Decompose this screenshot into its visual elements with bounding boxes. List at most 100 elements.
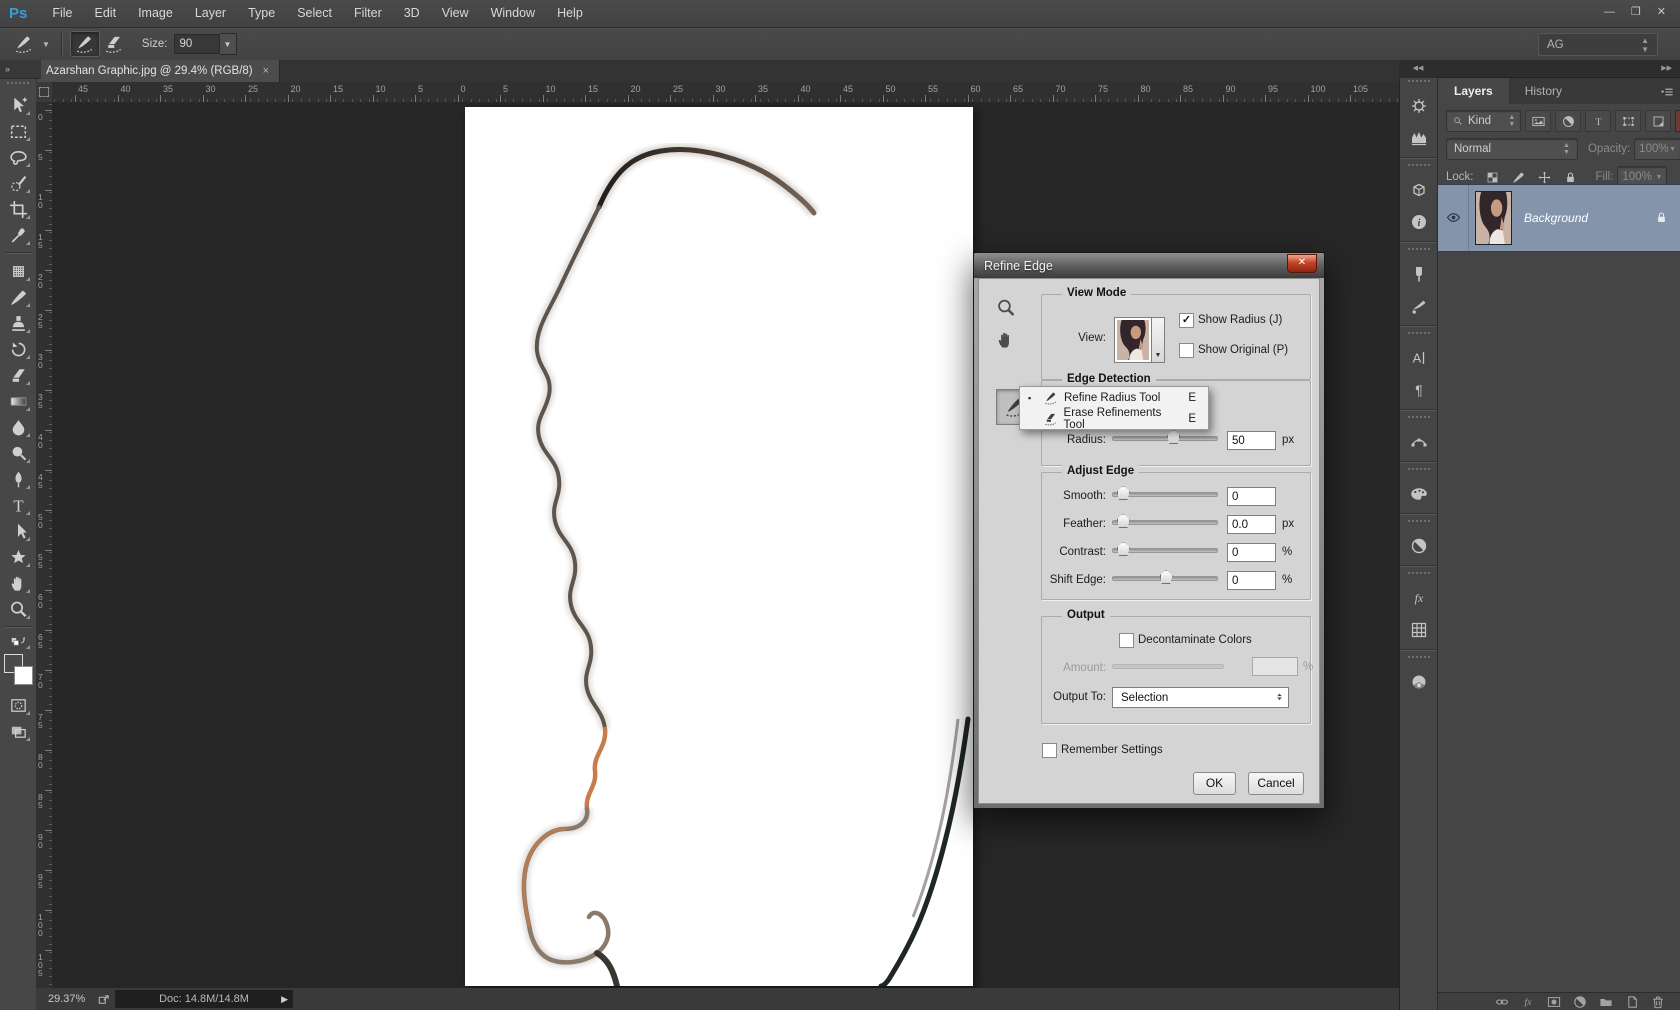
size-input[interactable]: 90: [174, 34, 220, 54]
navigator-panel-button[interactable]: [1405, 92, 1433, 120]
link-button[interactable]: [1494, 993, 1511, 1010]
type-tool[interactable]: T: [3, 492, 33, 518]
adjustment-filter-button[interactable]: [1555, 110, 1581, 132]
workspace-switcher[interactable]: AG ▲▼: [1538, 33, 1658, 56]
feather-slider[interactable]: [1112, 514, 1218, 528]
healing-brush-tool[interactable]: [3, 258, 33, 284]
tools-collapse-button[interactable]: »: [0, 60, 41, 79]
gradient-tool[interactable]: [3, 388, 33, 414]
styles-panel-button[interactable]: fx: [1405, 584, 1433, 612]
contrast-slider[interactable]: [1112, 542, 1218, 556]
size-dropdown-button[interactable]: ▼: [220, 33, 237, 55]
blend-mode-dropdown[interactable]: Normal ▲▼: [1446, 138, 1578, 160]
dialog-hand-icon[interactable]: [995, 329, 1017, 351]
menu-select[interactable]: Select: [286, 6, 343, 20]
menu-file[interactable]: File: [41, 6, 83, 20]
panel-menu-icon[interactable]: [1659, 84, 1675, 100]
show-radius-checkbox[interactable]: ✓: [1179, 313, 1194, 328]
eye-icon[interactable]: [1445, 209, 1462, 226]
threed-panel-button[interactable]: [1405, 176, 1433, 204]
background-color-swatch[interactable]: [14, 666, 33, 685]
screen-mode-button[interactable]: [3, 718, 33, 744]
trash-button[interactable]: [1650, 993, 1667, 1010]
shift-edge-input[interactable]: 0: [1227, 571, 1276, 590]
swap-colors[interactable]: [3, 632, 33, 652]
adjustment-button[interactable]: [1572, 993, 1589, 1010]
color-swatches[interactable]: [3, 654, 33, 686]
custom-shape-tool[interactable]: [3, 544, 33, 570]
channels-panel-button[interactable]: [1405, 616, 1433, 644]
shape-filter-button[interactable]: [1615, 110, 1641, 132]
shift-edge-slider[interactable]: [1112, 570, 1218, 584]
eyedropper-tool[interactable]: [3, 222, 33, 248]
histogram-panel-button[interactable]: [1405, 124, 1433, 152]
view-dropdown-button[interactable]: ▼: [1152, 317, 1165, 363]
quick-selection-tool[interactable]: [3, 170, 33, 196]
dialog-title-bar[interactable]: Refine Edge: [974, 253, 1324, 278]
close-button[interactable]: ✕: [1657, 0, 1666, 24]
minimize-button[interactable]: —: [1604, 0, 1615, 24]
pixel-filter-button[interactable]: [1525, 110, 1551, 132]
panel-collapse-button[interactable]: ▶▶: [1437, 60, 1680, 78]
tab-history[interactable]: History: [1509, 78, 1578, 104]
menu-view[interactable]: View: [431, 6, 480, 20]
layer-name[interactable]: Background: [1524, 211, 1654, 225]
brush-tool[interactable]: [3, 284, 33, 310]
dialog-zoom-icon[interactable]: [995, 297, 1017, 319]
menu-help[interactable]: Help: [546, 6, 594, 20]
filter-toggle[interactable]: [1675, 110, 1680, 132]
menu-3d[interactable]: 3D: [393, 6, 431, 20]
iconstrip-collapse-button[interactable]: ◀◀: [1399, 60, 1437, 79]
type-filter-button[interactable]: T: [1585, 110, 1611, 132]
radius-slider[interactable]: [1112, 430, 1218, 444]
tab-layers[interactable]: Layers: [1438, 78, 1509, 104]
flyout-item-erase-refinements-tool[interactable]: Erase Refinements ToolE: [1020, 408, 1208, 429]
move-tool[interactable]: [3, 92, 33, 118]
menu-image[interactable]: Image: [127, 6, 184, 20]
materials-panel-button[interactable]: [1405, 668, 1433, 696]
dodge-tool[interactable]: [3, 440, 33, 466]
opacity-value[interactable]: 100% ▼: [1634, 138, 1680, 160]
new-layer-button[interactable]: [1624, 993, 1641, 1010]
character-panel-button[interactable]: A: [1405, 344, 1433, 372]
eraser-tool[interactable]: [3, 362, 33, 388]
swatchespanel-panel-button[interactable]: [1405, 480, 1433, 508]
history-brush-tool[interactable]: [3, 336, 33, 362]
pen-tool[interactable]: [3, 466, 33, 492]
tab-close-icon[interactable]: ×: [263, 65, 269, 77]
paragraph-panel-button[interactable]: ¶: [1405, 376, 1433, 404]
tool-preset-button[interactable]: [10, 32, 38, 56]
adjustments-panel-button[interactable]: [1405, 532, 1433, 560]
cancel-button[interactable]: Cancel: [1248, 772, 1304, 795]
decontaminate-checkbox[interactable]: [1119, 633, 1134, 648]
share-icon[interactable]: [97, 992, 112, 1007]
zoom-tool[interactable]: [3, 596, 33, 622]
document-tab[interactable]: Azarshan Graphic.jpg @ 29.4% (RGB/8) ×: [36, 60, 280, 82]
info-panel-button[interactable]: i: [1405, 208, 1433, 236]
folder-button[interactable]: [1598, 993, 1615, 1010]
brushpresets-panel-button[interactable]: [1405, 260, 1433, 288]
menu-filter[interactable]: Filter: [343, 6, 393, 20]
layer-visibility-cell[interactable]: [1438, 185, 1469, 251]
hand-tool[interactable]: [3, 570, 33, 596]
output-to-dropdown[interactable]: Selection: [1112, 687, 1289, 708]
document-info[interactable]: Doc: 14.8M/14.8M ▶: [115, 990, 293, 1008]
clone-stamp-tool[interactable]: [3, 310, 33, 336]
paths-panel-button[interactable]: [1405, 428, 1433, 456]
radius-input[interactable]: 50: [1227, 431, 1276, 450]
mask-button[interactable]: [1546, 993, 1563, 1010]
zoom-level[interactable]: 29.37%: [48, 993, 85, 1005]
ruler-origin[interactable]: [36, 82, 53, 103]
smooth-input[interactable]: 0: [1227, 487, 1276, 506]
marquee-tool[interactable]: [3, 118, 33, 144]
menu-edit[interactable]: Edit: [84, 6, 128, 20]
restore-button[interactable]: ❐: [1631, 0, 1641, 24]
layer-thumbnail[interactable]: [1475, 191, 1512, 245]
path-selection-tool[interactable]: [3, 518, 33, 544]
document-canvas[interactable]: [465, 107, 973, 986]
lasso-tool[interactable]: [3, 144, 33, 170]
menu-layer[interactable]: Layer: [184, 6, 237, 20]
blur-tool[interactable]: [3, 414, 33, 440]
quick-mask-button[interactable]: [3, 692, 33, 718]
dialog-close-button[interactable]: ✕: [1287, 254, 1317, 273]
